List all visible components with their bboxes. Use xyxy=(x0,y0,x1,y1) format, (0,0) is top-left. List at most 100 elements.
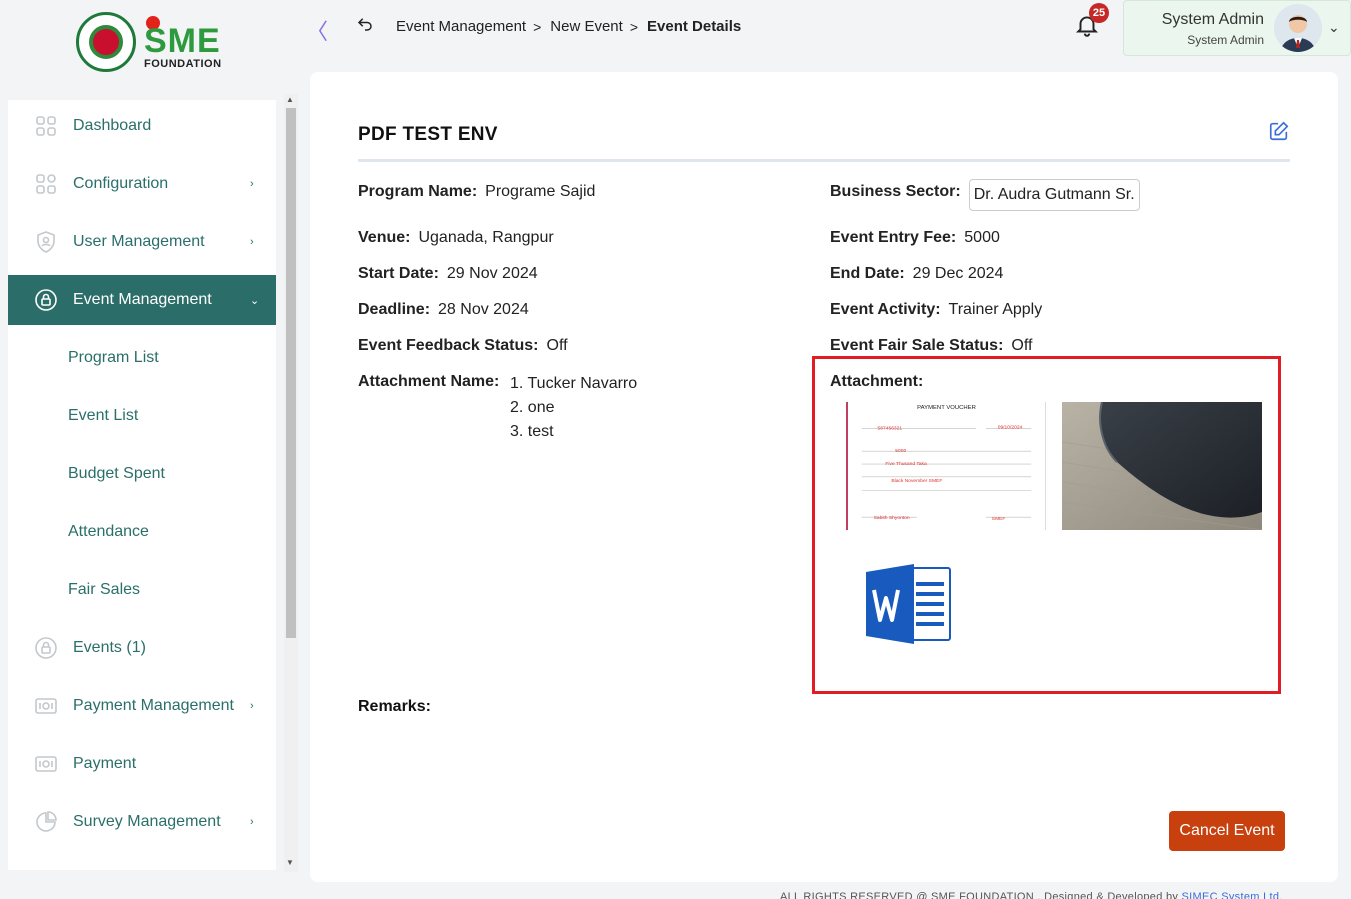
collapse-sidebar-button[interactable]: 〈 xyxy=(306,14,328,46)
sidebar-item-label: Configuration xyxy=(73,175,169,192)
program-name-field: Program Name: Programe Sajid xyxy=(358,183,595,201)
entry-fee-value: 5000 xyxy=(964,229,1000,246)
field-label: Business Sector: xyxy=(830,183,961,200)
voucher-amount: 5000 xyxy=(895,448,906,454)
title-divider xyxy=(358,159,1290,162)
feedback-status-value: Off xyxy=(546,337,568,354)
sidebar: Dashboard Configuration › User Managemen… xyxy=(8,100,276,870)
shield-icon xyxy=(37,231,55,253)
activity-value: Trainer Apply xyxy=(948,301,1043,318)
chevron-right-icon: › xyxy=(250,700,254,712)
sidebar-item-configuration[interactable]: Configuration › xyxy=(8,159,276,209)
footer-developer-link[interactable]: SIMEC System Ltd. xyxy=(1182,891,1283,899)
field-label: Venue: xyxy=(358,229,411,246)
logo-area: SME FOUNDATION xyxy=(0,0,300,92)
field-label: Event Activity: xyxy=(830,301,941,318)
notification-badge: 25 xyxy=(1089,3,1109,23)
voucher-sign-right: SMEF xyxy=(992,516,1006,522)
sidebar-item-survey-management[interactable]: Survey Management › xyxy=(8,797,276,847)
cancel-event-button[interactable]: Cancel Event xyxy=(1169,811,1285,851)
sidebar-item-label: Event Management xyxy=(73,291,212,308)
sidebar-subitem-budget-spent[interactable]: Budget Spent xyxy=(68,465,165,483)
sidebar-scroll-thumb[interactable] xyxy=(286,108,296,638)
event-details-card: PDF TEST ENV Program Name: Programe Sajid… xyxy=(310,72,1338,882)
sidebar-item-payment-management[interactable]: Payment Management › xyxy=(8,681,276,731)
money-icon xyxy=(35,756,57,772)
configuration-icon xyxy=(36,174,56,194)
field-label: Attachment Name: xyxy=(358,373,500,390)
footer: ALL RIGHTS RESERVED @ SME FOUNDATION . D… xyxy=(780,891,1283,899)
sidebar-item-event-management[interactable]: Event Management ⌄ xyxy=(8,275,276,325)
business-sector-tag: Dr. Audra Gutmann Sr. xyxy=(968,179,1140,211)
field-label: Event Feedback Status: xyxy=(358,337,539,354)
sidebar-item-label: Payment Management xyxy=(73,697,234,714)
field-label: Deadline: xyxy=(358,301,431,318)
voucher-sign-left: Sabith Shyonton xyxy=(874,515,910,521)
sidebar-item-label: User Management xyxy=(73,233,205,250)
avatar xyxy=(1274,4,1322,52)
sidebar-subitem-program-list[interactable]: Program List xyxy=(68,349,159,367)
user-name: System Admin xyxy=(1161,11,1264,28)
edit-icon[interactable] xyxy=(1268,120,1290,142)
scroll-up-arrow-icon[interactable]: ▲ xyxy=(286,95,294,104)
venue-field: Venue: Uganada, Rangpur xyxy=(358,229,554,247)
word-document-icon[interactable] xyxy=(866,562,952,646)
logo-subtitle: FOUNDATION xyxy=(144,58,222,70)
attachment-name-list: 1. Tucker Navarro 2. one 3. test xyxy=(510,372,637,444)
attachment-name-field: Attachment Name: xyxy=(358,373,507,391)
deadline-value: 28 Nov 2024 xyxy=(438,301,529,318)
end-date-value: 29 Dec 2024 xyxy=(912,265,1004,282)
sidebar-item-payment[interactable]: Payment xyxy=(8,739,276,789)
breadcrumb: Event Management > New Event > Event Det… xyxy=(396,18,741,35)
dashboard-icon xyxy=(36,116,56,136)
breadcrumb-separator: > xyxy=(629,18,638,35)
breadcrumb-item-event-management[interactable]: Event Management xyxy=(396,18,526,35)
chevron-down-icon: ⌄ xyxy=(1328,19,1340,35)
fair-sale-status-field: Event Fair Sale Status: Off xyxy=(830,337,1032,355)
sidebar-item-label: Events (1) xyxy=(73,639,146,656)
chevron-right-icon: › xyxy=(250,816,254,828)
chevron-right-icon: › xyxy=(250,236,254,248)
sidebar-subitem-fair-sales[interactable]: Fair Sales xyxy=(68,581,140,599)
business-sector-field: Business Sector: Dr. Audra Gutmann Sr. xyxy=(830,179,1140,211)
voucher-words: Five Thusand Taka xyxy=(885,461,927,467)
sidebar-item-label: Payment xyxy=(73,755,137,772)
fair-sale-status-value: Off xyxy=(1011,337,1033,354)
government-emblem-icon xyxy=(76,12,136,72)
back-arrow-icon[interactable] xyxy=(356,15,374,33)
lock-icon xyxy=(35,637,57,659)
breadcrumb-item-current: Event Details xyxy=(647,18,742,35)
footer-text: ALL RIGHTS RESERVED @ SME FOUNDATION . D… xyxy=(780,891,1179,899)
venue-value: Uganada, Rangpur xyxy=(418,229,554,246)
attachment-photo-thumbnail[interactable] xyxy=(1062,402,1262,530)
money-icon xyxy=(35,698,57,714)
chevron-down-icon: ⌄ xyxy=(250,294,260,307)
list-item: 1. Tucker Navarro xyxy=(510,375,638,392)
sidebar-item-dashboard[interactable]: Dashboard xyxy=(8,101,276,151)
breadcrumb-item-new-event[interactable]: New Event xyxy=(550,18,623,35)
sidebar-subitem-event-list[interactable]: Event List xyxy=(68,407,138,425)
sidebar-item-label: Survey Management xyxy=(73,813,221,830)
voucher-title: PAYMENT VOUCHER xyxy=(917,405,976,411)
list-item: 2. one xyxy=(510,399,555,416)
feedback-status-field: Event Feedback Status: Off xyxy=(358,337,568,355)
field-label: Start Date: xyxy=(358,265,439,282)
program-name-value: Programe Sajid xyxy=(485,183,596,200)
user-role: System Admin xyxy=(1187,33,1264,47)
deadline-field: Deadline: 28 Nov 2024 xyxy=(358,301,529,319)
field-label: Event Fair Sale Status: xyxy=(830,337,1004,354)
sidebar-subitem-attendance[interactable]: Attendance xyxy=(68,523,149,541)
field-label: End Date: xyxy=(830,265,905,282)
user-menu[interactable]: System Admin System Admin ⌄ xyxy=(1123,0,1351,56)
field-label: Event Entry Fee: xyxy=(830,229,957,246)
logo-text: SME xyxy=(144,22,221,60)
breadcrumb-separator: > xyxy=(533,18,542,35)
sidebar-item-user-management[interactable]: User Management › xyxy=(8,217,276,267)
voucher-payee: Black November SMEF xyxy=(891,478,942,484)
voucher-no: 587456321 xyxy=(878,426,903,432)
sidebar-item-events[interactable]: Events (1) xyxy=(8,623,276,673)
lock-icon xyxy=(35,289,57,311)
attachment-voucher-thumbnail[interactable]: PAYMENT VOUCHER 587456321 09/10/2024 500… xyxy=(846,402,1046,530)
chevron-right-icon: › xyxy=(250,178,254,190)
scroll-down-arrow-icon[interactable]: ▼ xyxy=(286,858,294,867)
